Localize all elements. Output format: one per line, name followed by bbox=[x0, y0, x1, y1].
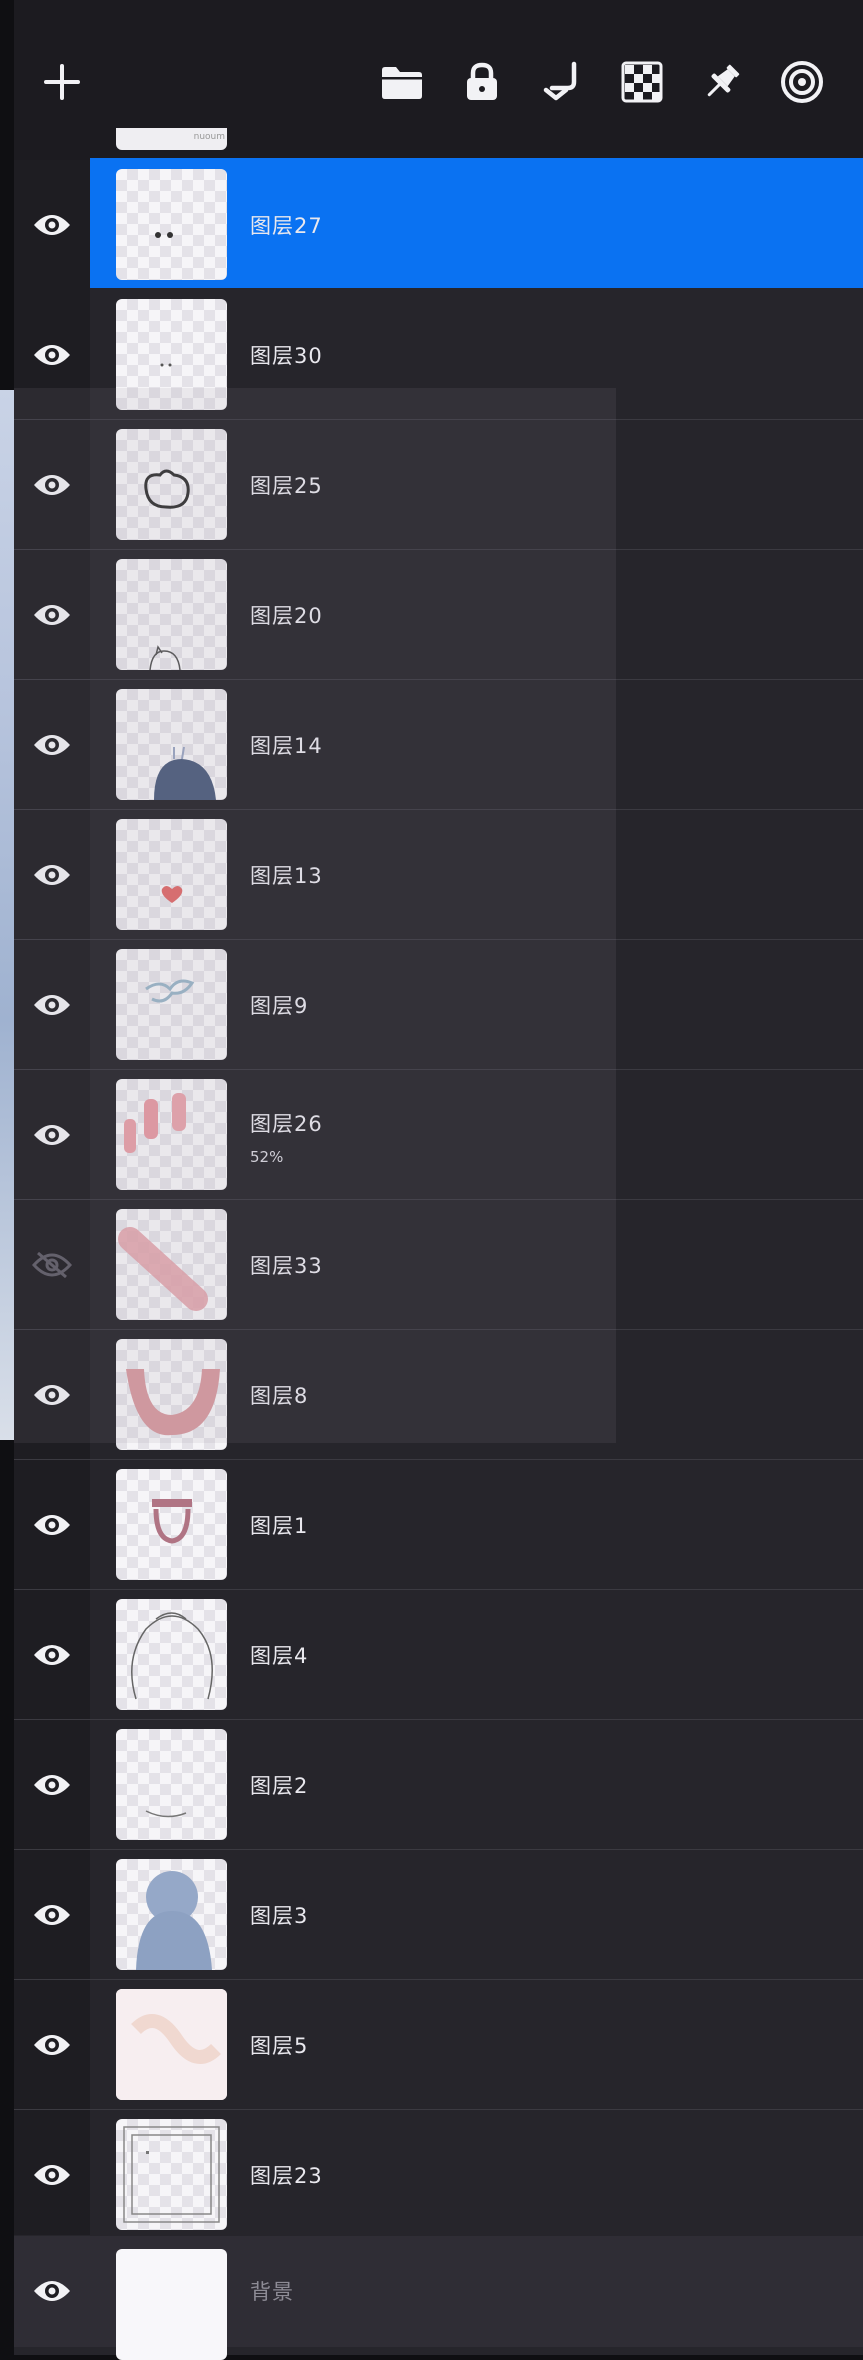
layer-name: 图层27 bbox=[250, 214, 323, 238]
eye-icon bbox=[34, 735, 70, 755]
layer-name: 图层4 bbox=[250, 1644, 309, 1668]
layer-thumbnail bbox=[116, 1339, 227, 1450]
clipped-layer-thumbnail: nuoum bbox=[116, 128, 227, 150]
layer-thumbnail bbox=[116, 299, 227, 410]
layer-visibility-toggle[interactable] bbox=[14, 1980, 90, 2110]
layer-thumbnail bbox=[116, 1079, 227, 1190]
layer-visibility-toggle[interactable] bbox=[14, 2110, 90, 2240]
eye-icon bbox=[34, 1645, 70, 1665]
layer-name: 图层9 bbox=[250, 994, 309, 1018]
layer-visibility-toggle[interactable] bbox=[14, 1200, 90, 1330]
target-icon bbox=[781, 61, 823, 103]
background-visibility-toggle[interactable] bbox=[14, 2226, 90, 2356]
layer-visibility-toggle[interactable] bbox=[14, 1460, 90, 1590]
layer-name: 图层5 bbox=[250, 2034, 309, 2058]
layer-name: 图层33 bbox=[250, 1254, 323, 1278]
clipped-layer-text: nuoum bbox=[193, 132, 225, 142]
pin-button[interactable] bbox=[692, 52, 752, 112]
background-thumbnail bbox=[116, 2249, 227, 2360]
layer-name: 图层23 bbox=[250, 2164, 323, 2188]
canvas-edge bbox=[0, 390, 14, 1440]
alpha-lock-button[interactable] bbox=[612, 52, 672, 112]
layer-name: 图层13 bbox=[250, 864, 323, 888]
layer-visibility-toggle[interactable] bbox=[14, 810, 90, 940]
eye-icon bbox=[34, 1125, 70, 1145]
layer-thumbnail bbox=[116, 1729, 227, 1840]
eye-icon bbox=[34, 1905, 70, 1925]
layer-visibility-toggle[interactable] bbox=[14, 290, 90, 420]
layer-visibility-toggle[interactable] bbox=[14, 680, 90, 810]
eye-icon bbox=[34, 605, 70, 625]
pin-icon bbox=[707, 64, 740, 97]
layer-name: 图层25 bbox=[250, 474, 323, 498]
eye-icon bbox=[34, 865, 70, 885]
layer-visibility-toggle[interactable] bbox=[14, 1330, 90, 1460]
reference-button[interactable] bbox=[772, 52, 832, 112]
eye-icon bbox=[34, 215, 70, 235]
layer-name: 图层14 bbox=[250, 734, 323, 758]
eye-icon bbox=[34, 2035, 70, 2055]
eye-icon bbox=[34, 1775, 70, 1795]
layer-thumbnail bbox=[116, 819, 227, 930]
layer-visibility-toggle[interactable] bbox=[14, 940, 90, 1070]
eye-icon bbox=[34, 2281, 70, 2301]
layer-name: 图层30 bbox=[250, 344, 323, 368]
layer-name: 图层26 bbox=[250, 1112, 323, 1136]
merge-down-icon bbox=[543, 61, 577, 101]
layer-name: 图层8 bbox=[250, 1384, 309, 1408]
layer-thumbnail bbox=[116, 1209, 227, 1320]
layer-opacity: 52% bbox=[250, 1148, 284, 1166]
layer-thumbnail bbox=[116, 949, 227, 1060]
layer-visibility-toggle[interactable] bbox=[14, 1070, 90, 1200]
new-group-button[interactable] bbox=[372, 52, 432, 112]
layer-visibility-toggle[interactable] bbox=[14, 550, 90, 680]
eye-icon bbox=[34, 2165, 70, 2185]
layer-thumbnail bbox=[116, 429, 227, 540]
layer-visibility-toggle[interactable] bbox=[14, 420, 90, 550]
layer-thumbnail bbox=[116, 1599, 227, 1710]
folder-icon bbox=[382, 67, 422, 99]
layer-thumbnail bbox=[116, 1469, 227, 1580]
eye-icon bbox=[34, 345, 70, 365]
layer-name: 图层1 bbox=[250, 1514, 309, 1538]
layer-thumbnail bbox=[116, 2119, 227, 2230]
layer-visibility-toggle[interactable] bbox=[14, 160, 90, 290]
eye-icon bbox=[34, 995, 70, 1015]
checker-icon bbox=[621, 61, 663, 103]
eye-icon bbox=[34, 1385, 70, 1405]
merge-down-button[interactable] bbox=[532, 52, 592, 112]
layer-thumbnail bbox=[116, 1859, 227, 1970]
layer-visibility-toggle[interactable] bbox=[14, 1850, 90, 1980]
layer-visibility-toggle[interactable] bbox=[14, 1590, 90, 1720]
lock-button[interactable] bbox=[452, 52, 512, 112]
eye-icon bbox=[34, 1515, 70, 1535]
layer-name: 图层3 bbox=[250, 1904, 309, 1928]
eye-icon bbox=[34, 475, 70, 495]
eye-hidden-icon bbox=[32, 1251, 72, 1279]
layer-name: 图层20 bbox=[250, 604, 323, 628]
layer-visibility-toggle[interactable] bbox=[14, 1720, 90, 1850]
layer-thumbnail bbox=[116, 559, 227, 670]
lock-icon bbox=[467, 62, 497, 100]
background-layer-name: 背景 bbox=[250, 2280, 294, 2304]
add-layer-button[interactable] bbox=[32, 52, 92, 112]
layer-name: 图层2 bbox=[250, 1774, 309, 1798]
add-icon bbox=[44, 64, 80, 100]
layer-thumbnail bbox=[116, 169, 227, 280]
layer-thumbnail bbox=[116, 689, 227, 800]
layer-thumbnail bbox=[116, 1989, 227, 2100]
